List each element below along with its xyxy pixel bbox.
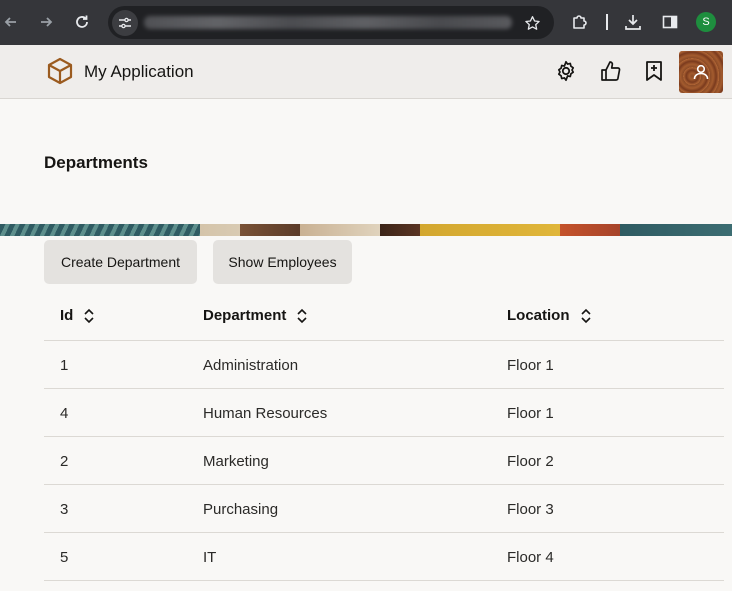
cell-department: IT: [203, 549, 217, 566]
bookmark-plus-icon: [646, 61, 662, 81]
cell-id: 1: [60, 357, 69, 374]
star-icon: [524, 15, 540, 30]
reload-icon: [76, 15, 88, 28]
downloads-button[interactable]: [622, 11, 644, 33]
back-button[interactable]: [0, 11, 22, 33]
column-header-location[interactable]: Location: [507, 307, 592, 324]
cell-department: Marketing: [203, 453, 269, 470]
settings-button[interactable]: [553, 58, 579, 84]
sort-icon[interactable]: [83, 308, 95, 324]
cell-id: 4: [60, 405, 69, 422]
column-header-label: Department: [203, 307, 287, 324]
cell-location: Floor 1: [507, 357, 554, 374]
table-header-row: Id Department Location: [44, 292, 724, 341]
app-header: My Application: [0, 45, 732, 99]
extensions-button[interactable]: [569, 11, 591, 33]
column-header-department[interactable]: Department: [203, 307, 308, 324]
download-icon: [625, 15, 641, 30]
show-employees-button[interactable]: Show Employees: [213, 240, 352, 284]
arrow-left-icon: [4, 17, 16, 27]
column-header-label: Id: [60, 307, 74, 324]
browser-profile-avatar[interactable]: S: [696, 12, 716, 32]
thumbs-up-icon: [601, 61, 621, 81]
cell-location: Floor 4: [507, 549, 554, 566]
side-panel-button[interactable]: [659, 11, 681, 33]
gear-icon: [557, 60, 575, 82]
table-row[interactable]: 3 Purchasing Floor 3: [44, 485, 724, 533]
create-department-button[interactable]: Create Department: [44, 240, 197, 284]
user-avatar-button[interactable]: [679, 51, 723, 93]
cell-location: Floor 2: [507, 453, 554, 470]
sort-icon[interactable]: [580, 308, 592, 324]
puzzle-icon: [573, 15, 587, 29]
page-title: Departments: [44, 153, 148, 172]
column-header-id[interactable]: Id: [60, 307, 95, 324]
decorative-banner: [0, 224, 732, 236]
cell-id: 3: [60, 501, 69, 518]
side-panel-icon: [662, 15, 678, 29]
sort-icon[interactable]: [296, 308, 308, 324]
table-row[interactable]: 1 Administration Floor 1: [44, 341, 724, 389]
table-row[interactable]: 4 Human Resources Floor 1: [44, 389, 724, 437]
cell-id: 5: [60, 549, 69, 566]
app-logo-icon: [46, 57, 74, 85]
app-title: My Application: [84, 62, 194, 81]
reload-button[interactable]: [71, 11, 93, 33]
bookmark-star-button[interactable]: [522, 13, 542, 33]
bookmark-button[interactable]: [641, 58, 667, 84]
tune-icon: [119, 17, 131, 29]
url-text-redacted: [144, 16, 512, 29]
cell-department: Purchasing: [203, 501, 279, 518]
cell-department: Administration: [203, 357, 299, 374]
cell-location: Floor 1: [507, 405, 554, 422]
table-row[interactable]: 5 IT Floor 4: [44, 533, 724, 581]
user-icon: [693, 64, 709, 80]
address-bar[interactable]: [108, 6, 554, 39]
forward-button[interactable]: [35, 11, 57, 33]
table-row[interactable]: 2 Marketing Floor 2: [44, 437, 724, 485]
arrow-right-icon: [41, 17, 53, 27]
browser-toolbar: S: [0, 0, 732, 45]
site-info-button[interactable]: [112, 10, 138, 36]
cell-department: Human Resources: [203, 405, 328, 422]
cell-location: Floor 3: [507, 501, 554, 518]
cell-id: 2: [60, 453, 69, 470]
column-header-label: Location: [507, 307, 570, 324]
like-button[interactable]: [597, 58, 623, 84]
departments-table: Id Department Location 1 Administration …: [44, 292, 724, 581]
toolbar-divider: [606, 14, 608, 30]
